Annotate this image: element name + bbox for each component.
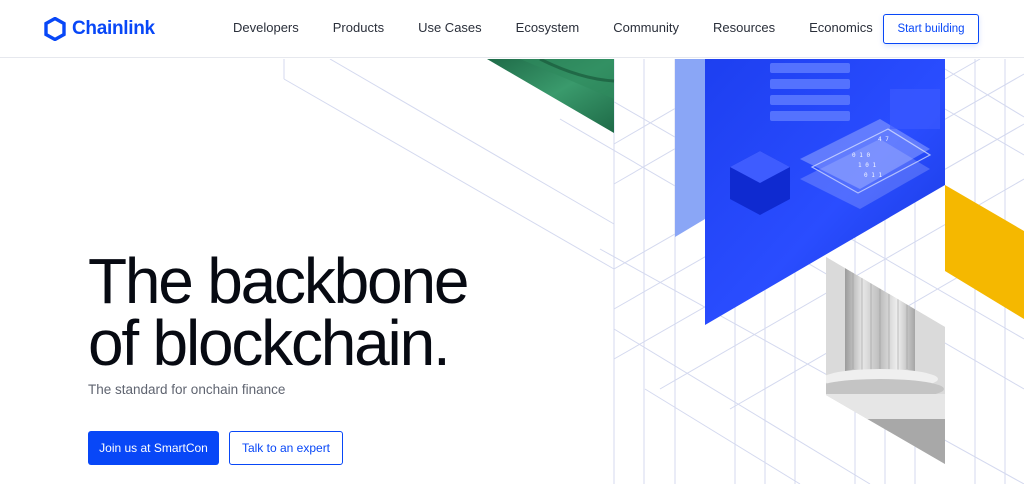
nav-item-use-cases[interactable]: Use Cases [418,20,482,35]
nav-item-community[interactable]: Community [613,20,679,35]
nav-item-ecosystem[interactable]: Ecosystem [516,20,580,35]
svg-text:0 1 1: 0 1 1 [864,172,882,179]
brand-name: Chainlink [72,18,155,39]
nav-item-products[interactable]: Products [333,20,384,35]
headline-line-2: of blockchain. [88,307,451,379]
hero-subtitle: The standard for onchain finance [88,382,286,397]
headline-line-1: The backbone [88,245,469,317]
svg-text:1 0 1: 1 0 1 [858,162,876,169]
nav-item-economics[interactable]: Economics [809,20,873,35]
svg-text:4 7: 4 7 [878,136,889,143]
main-menu: Developers Products Use Cases Ecosystem … [233,20,907,35]
join-smartcon-button[interactable]: Join us at SmartCon [88,431,219,465]
svg-text:0 1 0: 0 1 0 [852,152,870,159]
chainlink-logo[interactable]: Chainlink [44,17,155,41]
top-navigation: Chainlink Developers Products Use Cases … [0,0,1024,58]
nav-item-resources[interactable]: Resources [713,20,775,35]
start-building-button[interactable]: Start building [883,14,979,44]
hero-headline: The backbone of blockchain. [88,245,469,379]
chainlink-hexagon-icon [44,17,66,41]
nav-item-developers[interactable]: Developers [233,20,299,35]
talk-to-expert-button[interactable]: Talk to an expert [229,431,343,465]
